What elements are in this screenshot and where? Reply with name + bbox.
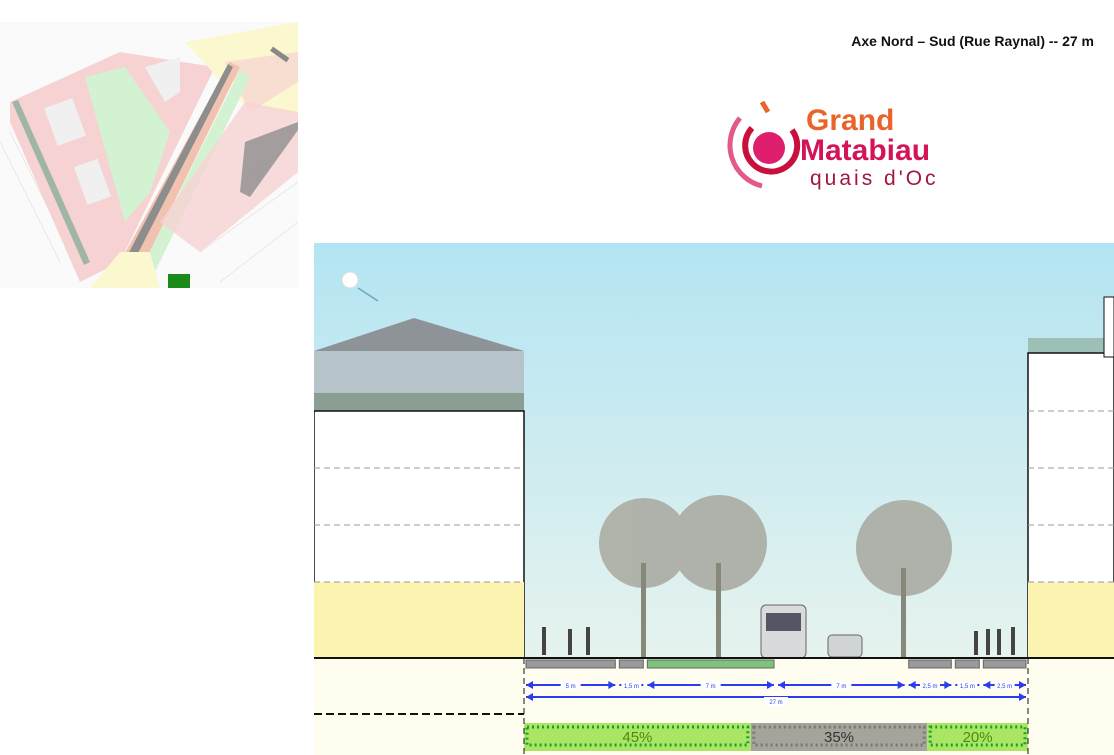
dimension-label: 7 m: [706, 684, 716, 690]
logo-line-grand: Grand: [806, 104, 894, 137]
street-cross-section: 5 m 1,5 m 7 m 7 m 2,5 m 1,5 m 2,5 m 27 m 45% 35%…: [314, 243, 1114, 755]
site-plan-map: [0, 22, 298, 288]
car: [827, 634, 863, 658]
dimension-label: 1,5 m: [960, 684, 975, 690]
dimension-label: 7 m: [836, 684, 846, 690]
surface-sidewalk: [982, 659, 1027, 669]
dimension-label: 2,5 m: [997, 684, 1012, 690]
share-label: 35%: [824, 729, 854, 746]
surface-sidewalk: [954, 659, 980, 669]
bus: [760, 604, 807, 659]
surface-sidewalk: [908, 659, 952, 669]
surface-sidewalk: [525, 659, 616, 669]
grand-matabiau-logo: Grand Matabiau quais d'Oc: [727, 100, 939, 190]
share-label: 20%: [963, 729, 993, 746]
left-building: [314, 318, 525, 659]
total-dimension-label: 27 m: [769, 700, 782, 706]
share-label: 45%: [622, 729, 652, 746]
dimension-label: 5 m: [566, 684, 576, 690]
dimension-label: 1,5 m: [624, 684, 639, 690]
surface-sidewalk: [618, 659, 644, 669]
logo-line-quais: quais d'Oc: [810, 167, 939, 190]
right-building: [1027, 296, 1114, 659]
surface-planted: [646, 659, 775, 669]
section-title: Axe Nord – Sud (Rue Raynal) -- 27 m: [851, 33, 1094, 49]
logo-line-matabiau: Matabiau: [800, 134, 930, 167]
dimension-label: 2,5 m: [922, 684, 937, 690]
